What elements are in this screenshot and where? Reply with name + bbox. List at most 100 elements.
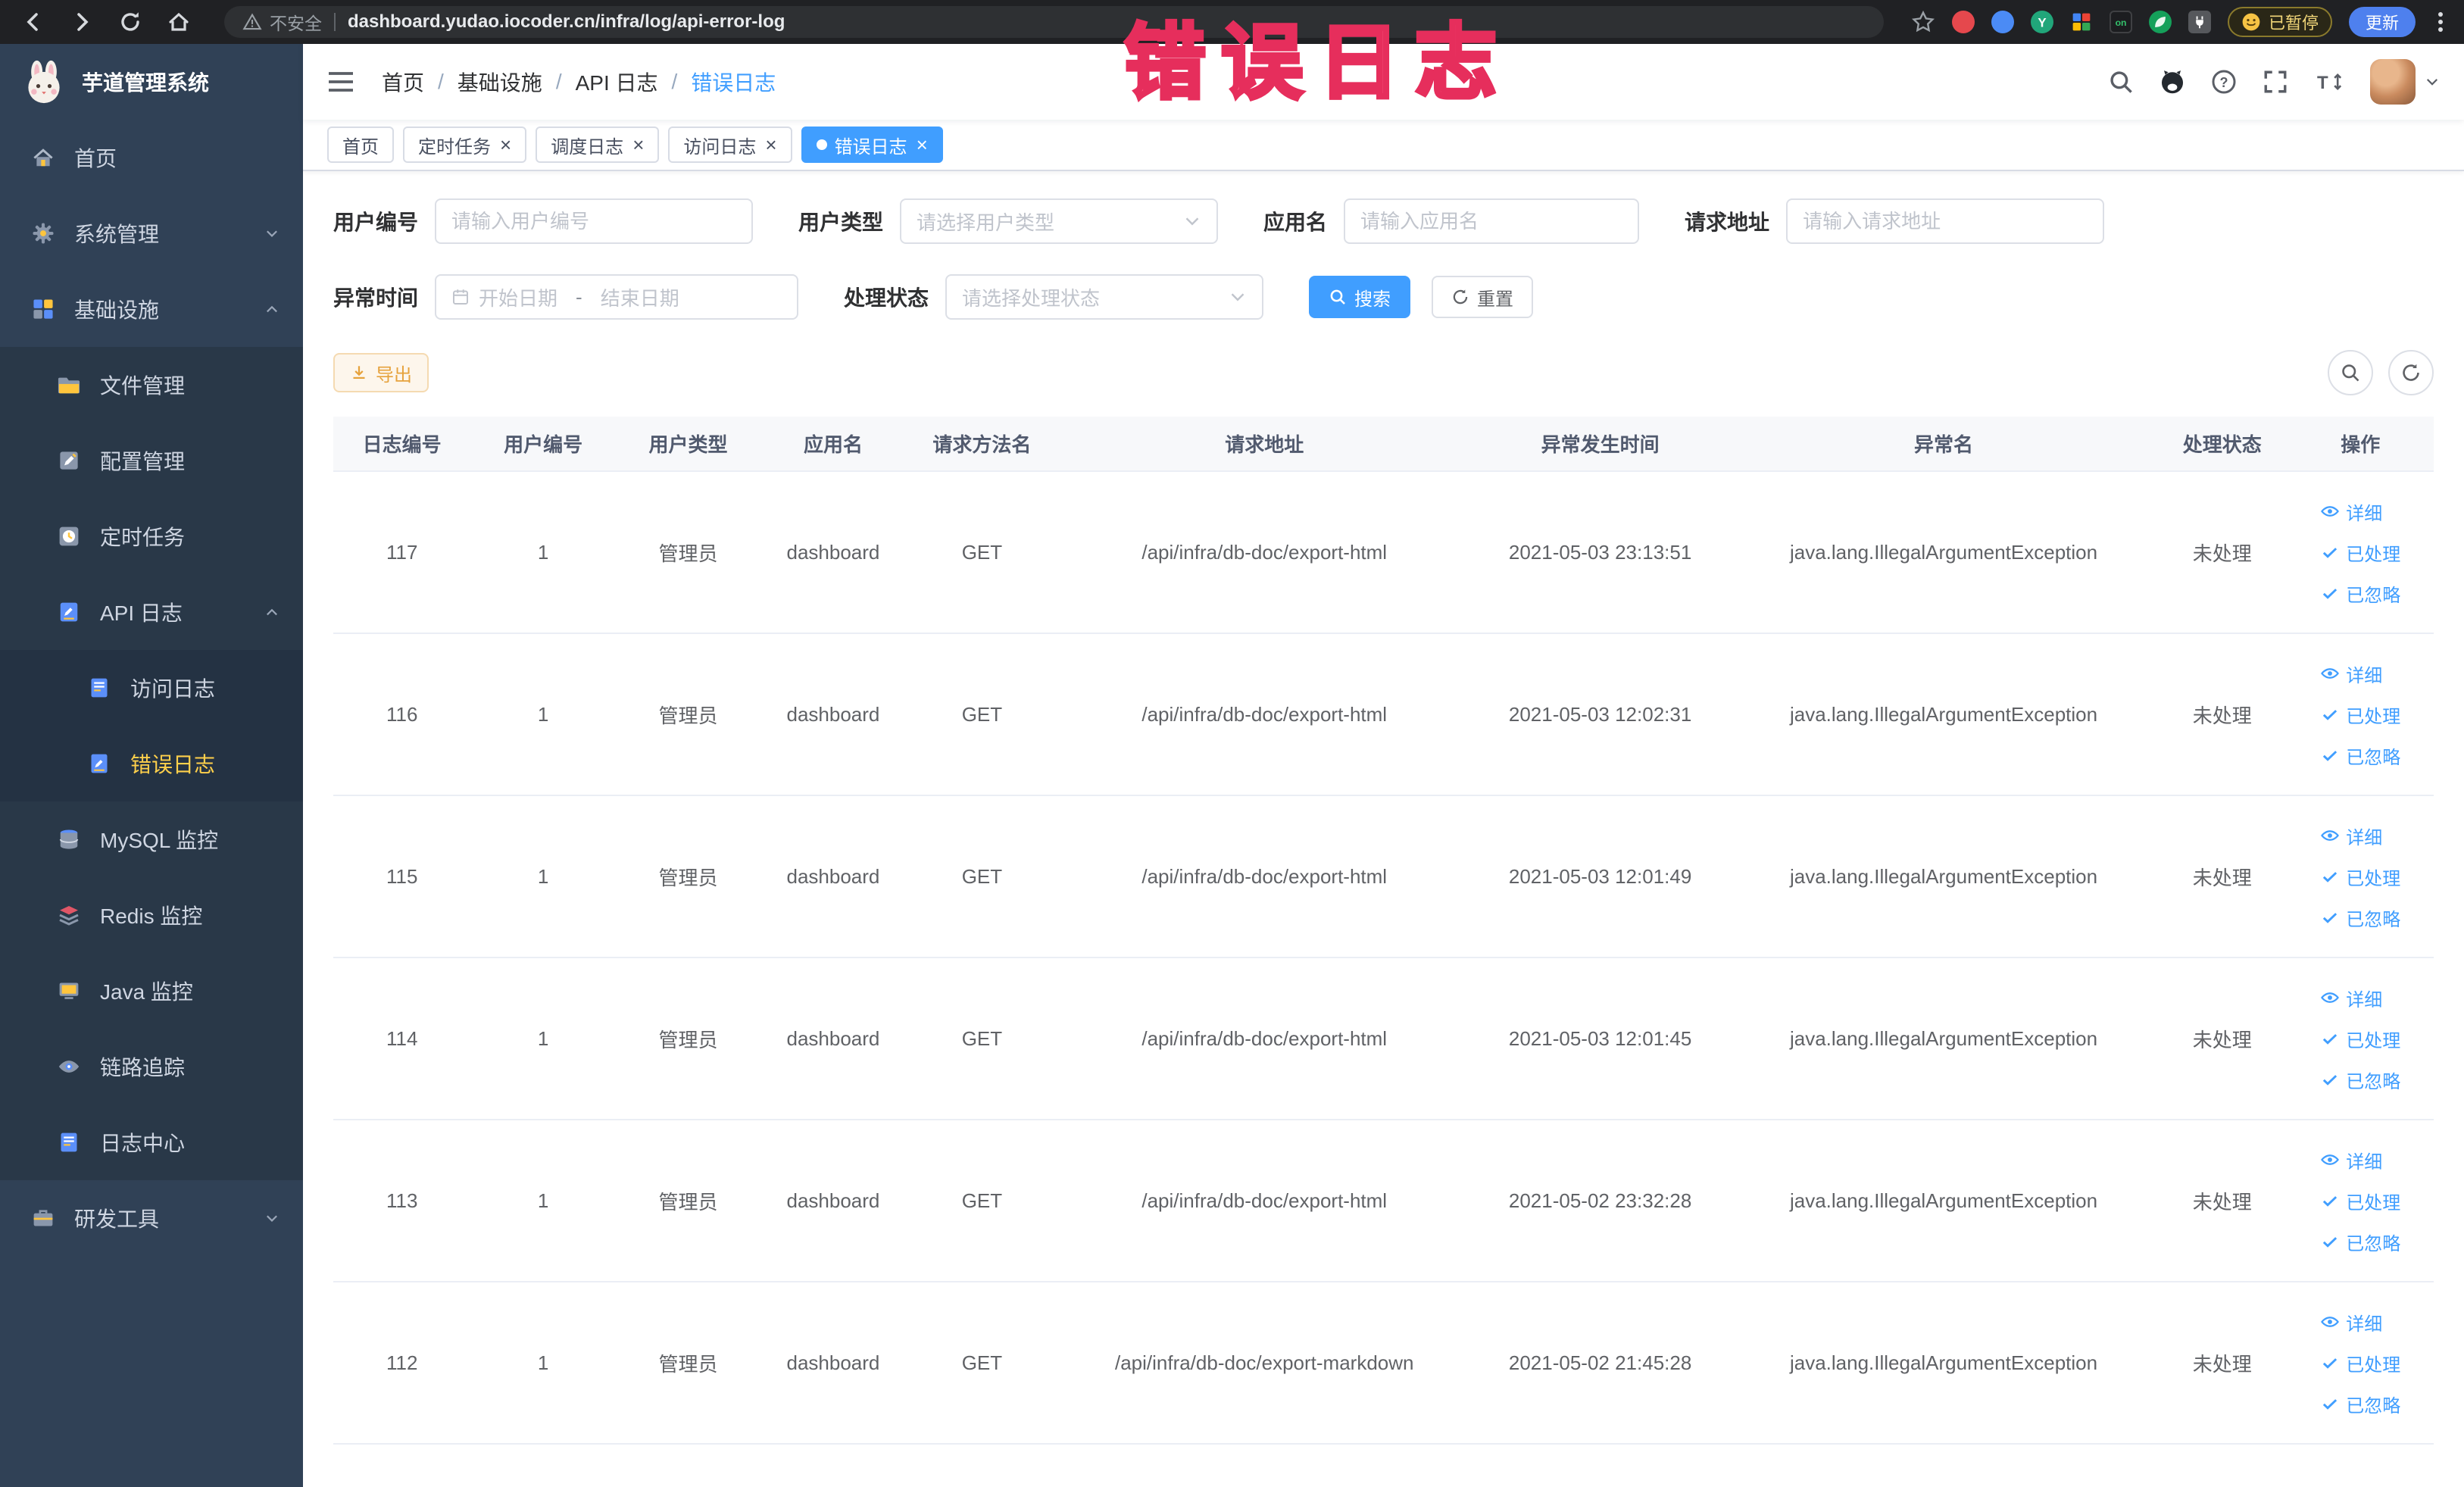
cell-actions: 详细 已处理 已忽略 [2287, 633, 2434, 796]
action-ignored[interactable]: 已忽略 [2320, 573, 2400, 614]
action-detail[interactable]: 详细 [2320, 653, 2400, 694]
hamburger-icon[interactable] [327, 70, 354, 94]
breadcrumb-api-log[interactable]: API 日志 [576, 67, 658, 97]
date-range-picker[interactable]: 开始日期 - 结束日期 [435, 274, 799, 320]
tab-close-icon[interactable]: × [917, 135, 928, 155]
tab-error-log[interactable]: 错误日志 × [801, 127, 943, 163]
sidebar-item-redis-monitor[interactable]: Redis 监控 [0, 877, 303, 953]
bookmark-star-icon[interactable] [1911, 10, 1935, 34]
reload-icon[interactable] [118, 10, 142, 34]
refresh-table-button[interactable] [2388, 350, 2434, 395]
request-url-input[interactable] [1803, 209, 2088, 233]
cell-user-type: 管理员 [615, 795, 761, 958]
sidebar-item-label: 系统管理 [74, 223, 160, 246]
action-processed[interactable]: 已处理 [2320, 856, 2400, 897]
sidebar-item-log-center[interactable]: 日志中心 [0, 1104, 303, 1180]
action-detail[interactable]: 详细 [2320, 977, 2400, 1018]
reset-button[interactable]: 重置 [1432, 276, 1534, 318]
search-icon[interactable] [2108, 69, 2134, 95]
breadcrumb-separator: / [671, 70, 678, 93]
sidebar-item-error-log[interactable]: 错误日志 [0, 726, 303, 801]
tab-close-icon[interactable]: × [765, 135, 776, 155]
extension-icon-plug[interactable] [2188, 11, 2211, 33]
app-name-input[interactable] [1360, 209, 1623, 233]
tabs-bar: 首页 定时任务 × 调度日志 × 访问日志 × 错误日志 × [303, 120, 2464, 171]
chrome-update-button[interactable]: 更新 [2348, 7, 2416, 37]
url-bar[interactable]: 不安全 dashboard.yudao.iocoder.cn/infra/log… [224, 6, 1884, 38]
tab-job-log[interactable]: 调度日志 × [536, 127, 660, 163]
sidebar-item-trace[interactable]: 链路追踪 [0, 1029, 303, 1104]
extension-icon-grid[interactable] [2070, 11, 2093, 33]
extension-icon-y[interactable]: Y [2030, 11, 2053, 33]
sidebar-item-access-log[interactable]: 访问日志 [0, 650, 303, 726]
action-processed[interactable]: 已处理 [2320, 532, 2400, 573]
sidebar-item-label: 首页 [74, 147, 117, 170]
extension-icon-leaf[interactable] [2148, 11, 2172, 33]
extension-icon-on[interactable]: on [2109, 11, 2132, 33]
tab-access-log[interactable]: 访问日志 × [668, 127, 792, 163]
action-detail[interactable]: 详细 [2320, 815, 2400, 856]
sidebar-item-scheduled-jobs[interactable]: 定时任务 [0, 498, 303, 574]
action-ignored[interactable]: 已忽略 [2320, 735, 2400, 776]
layers-icon [59, 906, 79, 926]
cell-process-status: 未处理 [2157, 795, 2288, 958]
browser-menu-icon[interactable] [2432, 12, 2449, 32]
paused-extension-button[interactable]: 已暂停 [2227, 7, 2332, 37]
cell-app-name: dashboard [760, 1282, 906, 1445]
cell-app-name: dashboard [760, 1120, 906, 1282]
sidebar-item-config-mgmt[interactable]: 配置管理 [0, 423, 303, 498]
user-type-select[interactable]: 请选择用户类型 [900, 198, 1219, 244]
action-ignored[interactable]: 已忽略 [2320, 1383, 2400, 1424]
home-icon[interactable] [167, 10, 191, 34]
user-id-input[interactable] [451, 209, 737, 233]
action-processed[interactable]: 已处理 [2320, 694, 2400, 735]
github-icon[interactable] [2160, 69, 2185, 95]
sidebar-item-java-monitor[interactable]: Java 监控 [0, 953, 303, 1029]
sidebar-item-mysql-monitor[interactable]: MySQL 监控 [0, 801, 303, 877]
action-detail[interactable]: 详细 [2320, 491, 2400, 532]
cell-exception-name: java.lang.IllegalArgumentException [1729, 795, 2158, 958]
extension-icon-blue[interactable] [1991, 11, 2014, 33]
toggle-search-button[interactable] [2328, 350, 2373, 395]
process-status-select[interactable]: 请选择处理状态 [945, 274, 1264, 320]
action-processed[interactable]: 已处理 [2320, 1018, 2400, 1059]
breadcrumb-infrastructure[interactable]: 基础设施 [458, 67, 542, 97]
sidebar-item-home[interactable]: 首页 [0, 120, 303, 195]
breadcrumb-home[interactable]: 首页 [382, 67, 424, 97]
action-processed[interactable]: 已处理 [2320, 1342, 2400, 1383]
sidebar-item-infrastructure[interactable]: 基础设施 [0, 271, 303, 347]
filter-exception-time: 异常时间 开始日期 - 结束日期 [333, 274, 799, 320]
cell-log-id: 114 [333, 957, 471, 1120]
action-detail[interactable]: 详细 [2320, 1139, 2400, 1180]
action-processed[interactable]: 已处理 [2320, 1180, 2400, 1221]
filter-process-status: 处理状态 请选择处理状态 [844, 274, 1264, 320]
breadcrumb-current: 错误日志 [691, 71, 776, 95]
forward-icon[interactable] [70, 10, 94, 34]
table-row: 114 1 管理员 dashboard GET/api/infra/db-doc/exp… [333, 957, 2434, 1120]
tab-close-icon[interactable]: × [632, 135, 644, 155]
help-icon[interactable]: ? [2211, 69, 2237, 95]
cell-actions: 详细 已处理 已忽略 [2287, 471, 2434, 634]
action-ignored[interactable]: 已忽略 [2320, 1221, 2400, 1262]
sidebar-item-system-mgmt[interactable]: 系统管理 [0, 195, 303, 271]
sidebar-item-dev-tools[interactable]: 研发工具 [0, 1180, 303, 1256]
tab-job[interactable]: 定时任务 × [403, 127, 527, 163]
font-size-icon[interactable]: T [2314, 69, 2344, 95]
table-row: 113 1 管理员 dashboard GET/api/infra/db-doc/exp… [333, 1120, 2434, 1282]
action-detail[interactable]: 详细 [2320, 1301, 2400, 1342]
tab-home[interactable]: 首页 [327, 127, 394, 163]
tab-close-icon[interactable]: × [500, 135, 511, 155]
security-chip[interactable]: 不安全 [242, 9, 322, 35]
url-text: dashboard.yudao.iocoder.cn/infra/log/api… [348, 11, 785, 32]
user-menu[interactable] [2370, 59, 2440, 105]
extension-icon-red[interactable] [1951, 11, 1975, 33]
action-ignored[interactable]: 已忽略 [2320, 1059, 2400, 1100]
search-button[interactable]: 搜索 [1309, 276, 1411, 318]
sidebar-item-api-log[interactable]: API 日志 [0, 574, 303, 650]
eye-icon [2321, 668, 2340, 679]
back-icon[interactable] [21, 10, 45, 34]
export-button[interactable]: 导出 [333, 353, 429, 392]
sidebar-item-file-mgmt[interactable]: 文件管理 [0, 347, 303, 423]
fullscreen-icon[interactable] [2263, 69, 2288, 95]
action-ignored[interactable]: 已忽略 [2320, 897, 2400, 938]
